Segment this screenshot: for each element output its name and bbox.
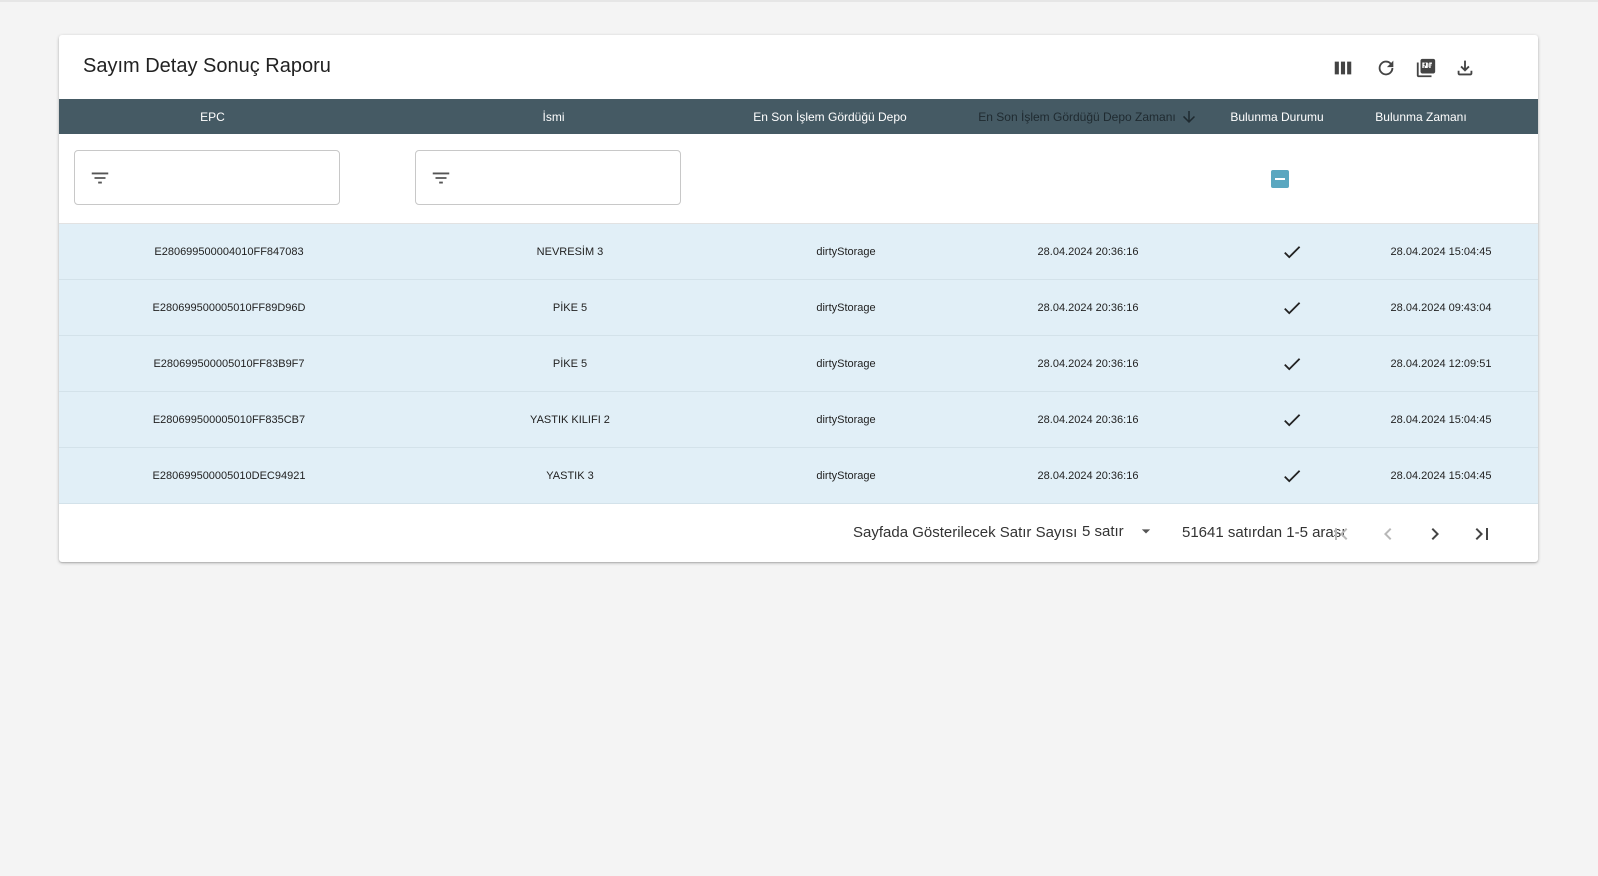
cell-depot: dirtyStorage <box>816 302 876 314</box>
last-page-icon <box>1475 528 1488 540</box>
cell-found-time: 28.04.2024 09:43:04 <box>1390 302 1492 314</box>
cell-found-status <box>1277 280 1307 336</box>
table-header: EPC İsmi En Son İşlem Gördüğü Depo En So… <box>59 99 1538 134</box>
cell-name: PİKE 5 <box>552 358 588 370</box>
cell-name: YASTIK 3 <box>546 470 594 482</box>
first-page-button[interactable] <box>1326 519 1356 549</box>
cell-depot: dirtyStorage <box>816 246 876 258</box>
table-row[interactable]: E280699500005010FF835CB7 YASTIK KILIFI 2 d… <box>59 392 1538 448</box>
column-header-depot-time[interactable]: En Son İşlem Gördüğü Depo Zamanı <box>963 99 1213 134</box>
check-icon <box>1284 414 1301 427</box>
rows-per-page-label: Sayfada Gösterilecek Satır Sayısı <box>853 524 1078 541</box>
pagination-count: 51641 satırdan 1-5 arası <box>1182 524 1346 541</box>
epc-filter-input[interactable] <box>119 161 329 194</box>
cell-depot-time: 28.04.2024 20:36:16 <box>1037 414 1139 426</box>
previous-page-button[interactable] <box>1373 519 1403 549</box>
table-pagination: Sayfada Gösterilecek Satır Sayısı 5 satı… <box>59 505 1538 562</box>
cell-epc: E280699500005010DEC94921 <box>152 470 306 482</box>
download-icon <box>1457 60 1473 76</box>
pdf-export-button[interactable] <box>1409 51 1443 85</box>
cell-found-status <box>1277 336 1307 392</box>
cell-depot: dirtyStorage <box>816 358 876 370</box>
found-status-filter-checkbox[interactable] <box>1271 170 1289 188</box>
filter-row <box>59 134 1538 224</box>
card-header: Sayım Detay Sonuç Raporu <box>59 35 1538 99</box>
cell-found-time: 28.04.2024 15:04:45 <box>1390 414 1492 426</box>
rows-per-page-value: 5 satır <box>1082 522 1124 540</box>
cell-depot-time: 28.04.2024 20:36:16 <box>1037 470 1139 482</box>
check-icon <box>1284 358 1301 371</box>
cell-depot: dirtyStorage <box>816 414 876 426</box>
cell-found-status <box>1277 448 1307 504</box>
table-row[interactable]: E280699500005010FF83B9F7 PİKE 5 dirtyStora… <box>59 336 1538 392</box>
cell-depot-time: 28.04.2024 20:36:16 <box>1037 358 1139 370</box>
name-filter-field[interactable] <box>415 150 681 205</box>
column-header-found-status[interactable]: Bulunma Durumu <box>1219 99 1335 134</box>
column-header-found-time[interactable]: Bulunma Zamanı <box>1364 99 1478 134</box>
check-icon <box>1284 470 1301 483</box>
indeterminate-icon <box>1275 178 1285 180</box>
epc-filter-field[interactable] <box>74 150 340 205</box>
chevron-right-icon <box>1431 528 1439 540</box>
cell-epc: E280699500005010FF83B9F7 <box>153 358 305 370</box>
table-row[interactable]: E280699500005010DEC94921 YASTIK 3 dirtySto… <box>59 448 1538 504</box>
column-header-depot[interactable]: En Son İşlem Gördüğü Depo <box>745 99 915 134</box>
refresh-button[interactable] <box>1369 51 1403 85</box>
column-header-name[interactable]: İsmi <box>400 99 707 134</box>
filter-icon <box>91 172 109 183</box>
check-icon <box>1284 246 1301 259</box>
cell-found-time: 28.04.2024 15:04:45 <box>1390 470 1492 482</box>
sort-desc-icon <box>1182 110 1195 123</box>
cell-found-status <box>1277 392 1307 448</box>
first-page-icon <box>1335 528 1348 540</box>
cell-found-time: 28.04.2024 15:04:45 <box>1390 246 1492 258</box>
cell-depot-time: 28.04.2024 20:36:16 <box>1037 302 1139 314</box>
cell-name: YASTIK KILIFI 2 <box>530 414 610 426</box>
cell-depot-time: 28.04.2024 20:36:16 <box>1037 246 1139 258</box>
next-page-button[interactable] <box>1420 519 1450 549</box>
chevron-left-icon <box>1384 528 1392 540</box>
table-body: E280699500004010FF847083 NEVRESİM 3 dirtyS… <box>59 224 1538 504</box>
last-page-button[interactable] <box>1467 519 1497 549</box>
refresh-icon <box>1378 60 1394 76</box>
table-row[interactable]: E280699500004010FF847083 NEVRESİM 3 dirtyS… <box>59 224 1538 280</box>
cell-found-time: 28.04.2024 12:09:51 <box>1390 358 1492 370</box>
table-row[interactable]: E280699500005010FF89D96D PİKE 5 dirtyStora… <box>59 280 1538 336</box>
page-title: Sayım Detay Sonuç Raporu <box>83 55 331 77</box>
cell-depot: dirtyStorage <box>816 470 876 482</box>
cell-epc: E280699500004010FF847083 <box>154 246 304 258</box>
cell-found-status <box>1277 224 1307 280</box>
dropdown-arrow-icon <box>1141 529 1150 534</box>
cell-name: NEVRESİM 3 <box>536 246 604 258</box>
download-button[interactable] <box>1448 51 1482 85</box>
pdf-icon <box>1416 58 1436 78</box>
cell-epc: E280699500005010FF89D96D <box>152 302 306 314</box>
cell-name: PİKE 5 <box>552 302 588 314</box>
name-filter-input[interactable] <box>460 161 670 194</box>
top-bar-shadow <box>0 0 1598 2</box>
filter-icon <box>432 172 450 183</box>
columns-icon <box>1334 61 1352 75</box>
cell-epc: E280699500005010FF835CB7 <box>152 414 306 426</box>
check-icon <box>1284 302 1301 315</box>
columns-button[interactable] <box>1326 51 1360 85</box>
report-card: Sayım Detay Sonuç Raporu EPC İsmi En Son… <box>59 35 1538 562</box>
column-header-epc[interactable]: EPC <box>59 99 366 134</box>
column-header-depot-time-label: En Son İşlem Gördüğü Depo Zamanı <box>978 109 1176 124</box>
rows-per-page-select[interactable]: 5 satır <box>1082 521 1156 541</box>
